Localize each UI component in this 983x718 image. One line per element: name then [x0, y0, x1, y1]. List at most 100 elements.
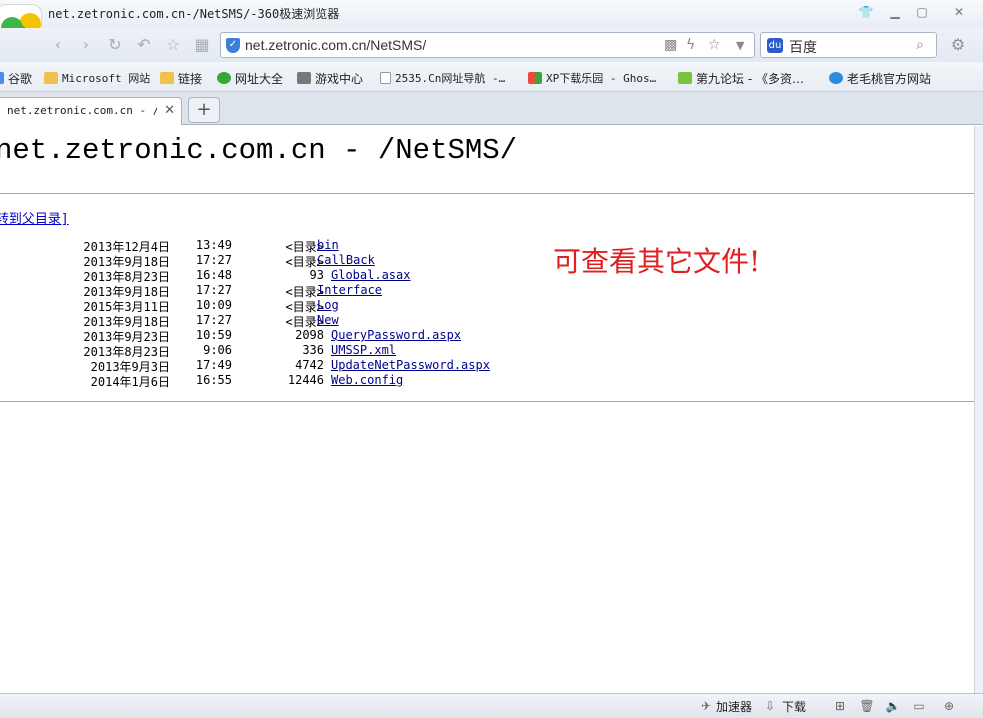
- bookmark-label: 链接: [178, 71, 203, 86]
- zoom-icon[interactable]: ⊕: [941, 699, 957, 713]
- bookmark-label: 谷歌: [8, 71, 33, 86]
- entry-time: 16:48: [195, 268, 232, 282]
- bookmark-label: 游戏中心: [315, 71, 364, 86]
- add-icon[interactable]: ⊞: [832, 699, 848, 713]
- qrcode-icon[interactable]: ▩: [664, 37, 677, 53]
- entry-time: 10:09: [195, 298, 232, 312]
- bookmark-item[interactable]: 游戏中心: [297, 69, 363, 87]
- bookmarks-bar: 谷歌 Microsoft 网站 链接 网址大全 游戏中心 2535.Cn网址导航…: [0, 62, 983, 92]
- apps-icon[interactable]: ▦: [190, 34, 214, 56]
- entry-time: 13:49: [195, 238, 232, 252]
- search-icon[interactable]: ⌕: [916, 37, 924, 53]
- close-window-button[interactable]: ✕: [948, 3, 970, 21]
- parent-directory-link[interactable]: [转到父目录]: [0, 208, 69, 227]
- bookmark-label: Microsoft 网站: [62, 72, 151, 85]
- tab-label: net.zetronic.com.cn - /Ne: [7, 104, 157, 117]
- windows-icon: [528, 72, 542, 84]
- shield-icon: ✓: [226, 38, 240, 53]
- entry-link[interactable]: UpdateNetPassword.aspx: [331, 358, 490, 372]
- bookmark-item[interactable]: 网址大全: [217, 69, 283, 87]
- bookmark-item[interactable]: Microsoft 网站: [44, 69, 150, 87]
- entry-date: 2014年1月6日: [90, 375, 170, 389]
- search-engine-label: 百度: [789, 40, 817, 56]
- entry-time: 16:55: [195, 373, 232, 387]
- minimize-button[interactable]: ▁: [884, 3, 906, 21]
- bookmark-label: 2535.Cn网址导航 -…: [395, 72, 506, 85]
- google-icon: [0, 72, 4, 84]
- entry-time: 17:27: [195, 313, 232, 327]
- trash-icon[interactable]: 🗑: [859, 699, 875, 713]
- divider: [0, 193, 974, 194]
- favorite-icon[interactable]: ☆: [161, 34, 185, 56]
- bookmark-label: 第九论坛 - 《多资…: [696, 71, 804, 86]
- accelerator-icon: ✈: [700, 699, 712, 713]
- divider: [0, 401, 974, 402]
- tab-close-icon[interactable]: ✕: [164, 103, 175, 118]
- entry-link[interactable]: Interface: [317, 283, 382, 297]
- status-bar: ✈ 加速器 ⇩ 下载 ⊞ 🗑 🔈 ▭ ⊕: [0, 693, 983, 718]
- tools-icon[interactable]: ⚙: [946, 34, 970, 56]
- bookmark-item[interactable]: 链接: [160, 69, 202, 87]
- entry-link[interactable]: bin: [317, 238, 339, 252]
- forward-icon[interactable]: ›: [74, 34, 98, 56]
- nav-toolbar: ‹ › ↻ ↶ ☆ ▦ ✓ net.zetronic.com.cn/NetSMS…: [0, 28, 983, 62]
- bookmark-item[interactable]: 老毛桃官方网站: [829, 69, 931, 87]
- scrollbar[interactable]: [974, 126, 983, 693]
- sound-icon[interactable]: 🔈: [885, 699, 901, 713]
- folder-icon: [160, 72, 174, 84]
- accelerator-button[interactable]: 加速器: [716, 698, 752, 715]
- tab-active[interactable]: net.zetronic.com.cn - /Ne ✕: [0, 97, 182, 125]
- bookmark-item[interactable]: 2535.Cn网址导航 -…: [380, 69, 505, 87]
- window-title: net.zetronic.com.cn-/NetSMS/-360极速浏览器: [48, 7, 340, 21]
- entry-link[interactable]: QueryPassword.aspx: [331, 328, 461, 342]
- entry-link[interactable]: Global.asax: [331, 268, 410, 282]
- bookmark-label: XP下载乐园 - Ghos…: [546, 72, 657, 85]
- entry-time: 17:27: [195, 283, 232, 297]
- undo-icon[interactable]: ↶: [132, 34, 156, 56]
- entry-time: 10:59: [195, 328, 232, 342]
- maximize-button[interactable]: ▢: [911, 3, 933, 21]
- globe-icon: [217, 72, 231, 84]
- page-content: net.zetronic.com.cn - /NetSMS/ [转到父目录] 2…: [0, 126, 983, 693]
- annotation-note: 可查看其它文件!: [553, 245, 761, 278]
- bookmark-item[interactable]: 谷歌: [0, 69, 32, 87]
- back-icon[interactable]: ‹: [46, 34, 70, 56]
- entry-time: 9:06: [203, 343, 232, 357]
- bookmark-label: 老毛桃官方网站: [847, 71, 932, 86]
- entry-link[interactable]: New: [317, 313, 339, 327]
- bookmark-item[interactable]: XP下载乐园 - Ghos…: [528, 69, 656, 87]
- bookmark-label: 网址大全: [235, 71, 284, 86]
- entry-link[interactable]: Log: [317, 298, 339, 312]
- entry-time: 17:27: [195, 253, 232, 267]
- title-bar: net.zetronic.com.cn-/NetSMS/-360极速浏览器 👕 …: [0, 0, 983, 28]
- entry-size: 2098: [295, 328, 324, 342]
- entry-size: 4742: [295, 358, 324, 372]
- dropdown-icon[interactable]: ▼: [736, 39, 744, 52]
- skin-icon[interactable]: 👕: [855, 3, 877, 21]
- search-box[interactable]: du 百度 ⌕: [760, 32, 937, 58]
- page-icon: [380, 72, 391, 84]
- address-text[interactable]: net.zetronic.com.cn/NetSMS/: [245, 37, 426, 53]
- star-icon[interactable]: ☆: [708, 37, 721, 53]
- tab-bar: net.zetronic.com.cn - /Ne ✕ +: [0, 92, 983, 125]
- download-icon: ⇩: [764, 699, 776, 713]
- entry-link[interactable]: UMSSP.xml: [331, 343, 396, 357]
- entry-link[interactable]: Web.config: [331, 373, 403, 387]
- bookmark-item[interactable]: 第九论坛 - 《多资…: [678, 69, 804, 87]
- entry-size: 12446: [287, 373, 324, 387]
- lightning-icon[interactable]: ϟ: [686, 37, 695, 53]
- new-tab-button[interactable]: +: [188, 97, 220, 123]
- entry-size: 336: [302, 343, 324, 357]
- refresh-icon[interactable]: ↻: [103, 34, 127, 56]
- ie-icon: [829, 72, 843, 84]
- baidu-icon: du: [767, 38, 783, 53]
- download-button[interactable]: 下载: [782, 698, 806, 715]
- entry-link[interactable]: CallBack: [317, 253, 375, 267]
- gamepad-icon: [297, 72, 311, 84]
- folder-icon: [44, 72, 58, 84]
- entry-time: 17:49: [195, 358, 232, 372]
- forum-icon: [678, 72, 692, 84]
- entry-size: 93: [309, 268, 324, 282]
- screen-icon[interactable]: ▭: [911, 699, 927, 713]
- address-bar[interactable]: ✓ net.zetronic.com.cn/NetSMS/ ▩ ϟ ☆ ▼: [220, 32, 755, 58]
